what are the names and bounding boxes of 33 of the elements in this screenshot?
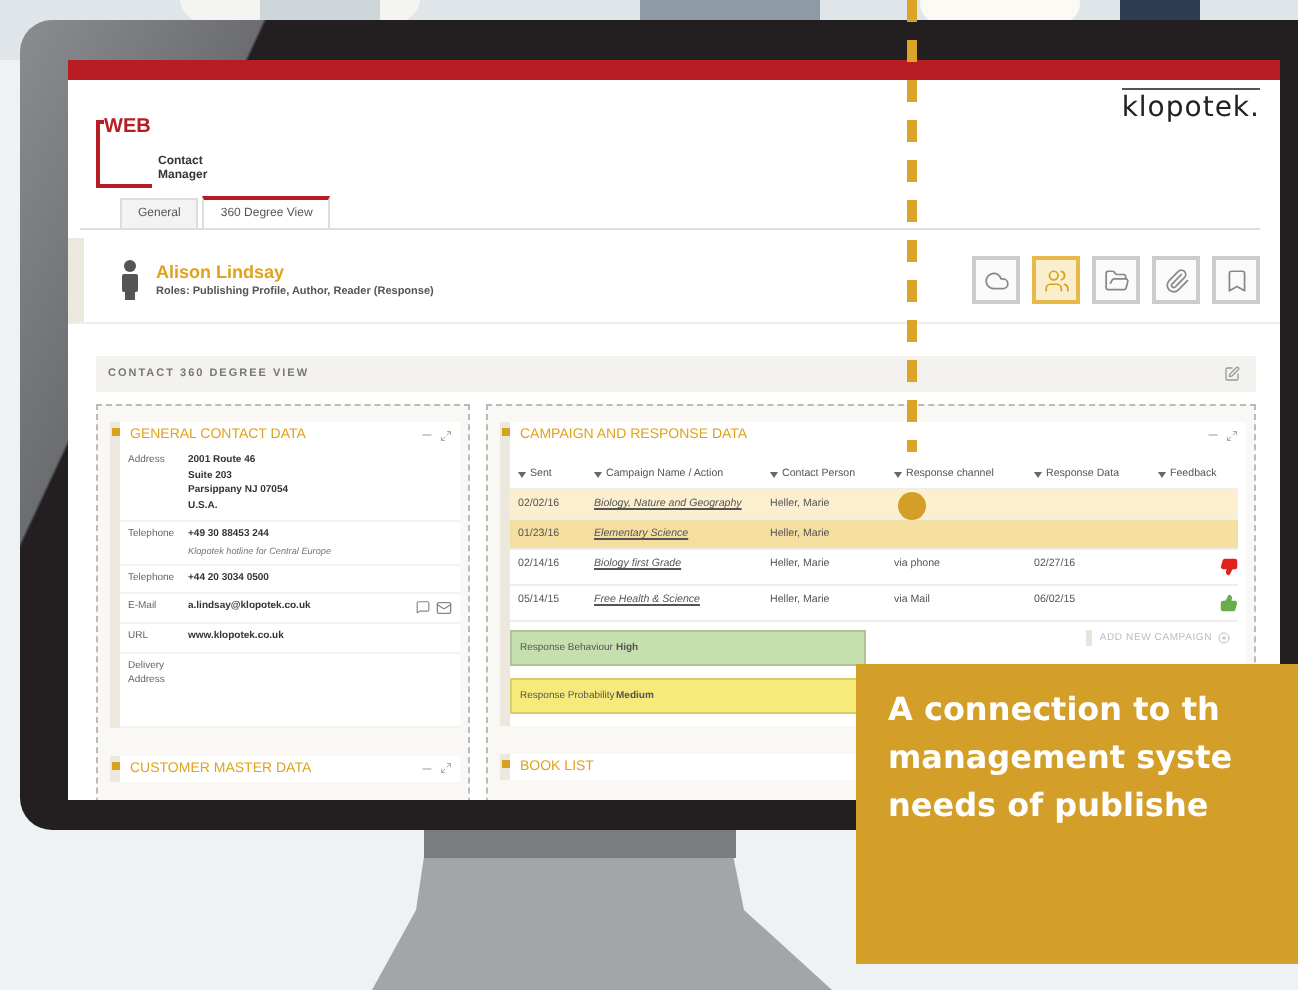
banner-text: needs of publishe bbox=[888, 784, 1211, 826]
caret-icon[interactable] bbox=[594, 471, 602, 477]
caret-icon[interactable] bbox=[770, 471, 778, 477]
add-icon bbox=[1218, 632, 1230, 644]
marker-icon bbox=[502, 760, 510, 768]
mail-icon[interactable] bbox=[436, 600, 452, 617]
toolbar-button[interactable] bbox=[1212, 256, 1260, 304]
caret-icon[interactable] bbox=[518, 471, 526, 477]
toolbar-button[interactable] bbox=[1152, 256, 1200, 304]
person-icon bbox=[120, 260, 140, 300]
paperclip-icon bbox=[1163, 267, 1189, 293]
toolbar-button[interactable] bbox=[972, 256, 1020, 304]
caret-icon[interactable] bbox=[1034, 471, 1042, 477]
toolbar-button[interactable] bbox=[1092, 256, 1140, 304]
marker-icon bbox=[502, 428, 510, 436]
marker-icon bbox=[112, 761, 120, 770]
caret-icon[interactable] bbox=[1158, 471, 1166, 477]
brand-logo: klopotek. bbox=[1121, 88, 1260, 124]
marker-icon bbox=[112, 428, 120, 436]
banner-text: A connection to th bbox=[888, 688, 1222, 730]
thumbs-up-icon bbox=[1220, 594, 1238, 612]
thumbs-down-icon bbox=[1220, 558, 1238, 576]
caret-icon[interactable] bbox=[894, 471, 902, 477]
cloud-icon bbox=[983, 267, 1009, 293]
bookmark-icon bbox=[1223, 267, 1249, 293]
contact-name: Alison Lindsay bbox=[156, 262, 287, 282]
folder-icon bbox=[1103, 267, 1129, 293]
edit-icon[interactable] bbox=[1224, 366, 1240, 382]
chat-icon[interactable] bbox=[416, 600, 430, 615]
logo-mark: WEB bbox=[104, 116, 153, 138]
toolbar-button[interactable] bbox=[1032, 256, 1080, 304]
people-icon bbox=[1043, 267, 1069, 293]
banner-text: management syste bbox=[888, 736, 1235, 778]
